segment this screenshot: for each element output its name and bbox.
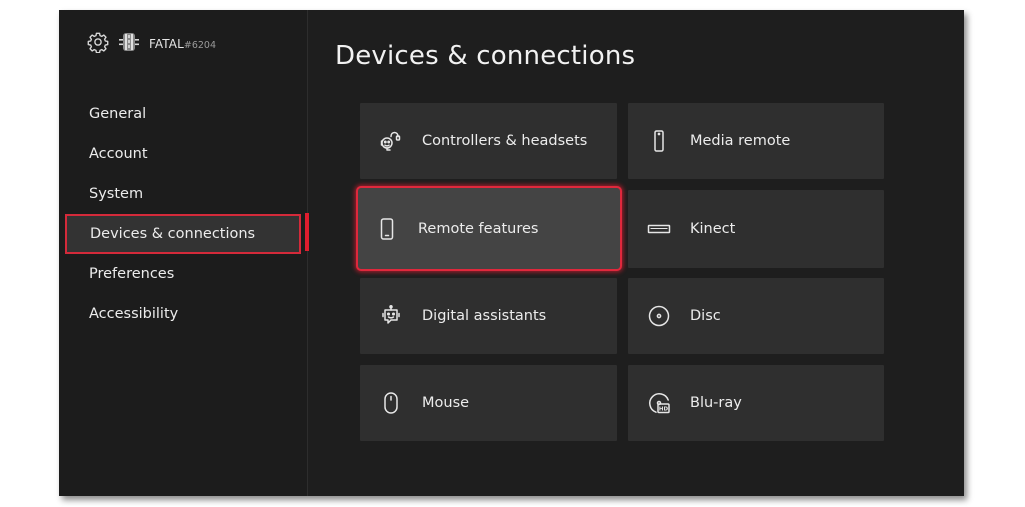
xbox-settings-window: FATAL#6204 General Account System Device…	[59, 10, 964, 496]
mouse-icon	[379, 391, 403, 415]
page-title: Devices & connections	[335, 41, 636, 72]
tile-label: Controllers & headsets	[422, 133, 588, 149]
sidebar-item-account[interactable]: Account	[59, 134, 307, 174]
gear-icon[interactable]	[87, 31, 109, 53]
sidebar-item-label: Preferences	[89, 266, 175, 282]
sidebar-item-label: General	[89, 106, 147, 122]
tile-bluray[interactable]: HD Blu-ray	[628, 365, 884, 441]
tile-label: Blu-ray	[690, 395, 742, 411]
sidebar-item-accessibility[interactable]: Accessibility	[59, 294, 307, 334]
gamertag: FATAL#6204	[149, 33, 216, 52]
disc-icon	[647, 304, 671, 328]
sidebar-item-preferences[interactable]: Preferences	[59, 254, 307, 294]
gamertag-suffix: #6204	[183, 39, 217, 51]
tile-label: Kinect	[690, 221, 736, 237]
kinect-icon	[647, 217, 671, 241]
tile-label: Digital assistants	[422, 308, 547, 324]
sidebar-item-label: System	[89, 186, 144, 202]
gamertag-name: FATAL	[149, 36, 184, 51]
sidebar-item-label: Account	[89, 146, 148, 162]
tile-digital-assistants[interactable]: Digital assistants	[360, 278, 617, 354]
profile-header: FATAL#6204	[87, 30, 216, 54]
tile-label: Mouse	[422, 395, 470, 411]
controller-headset-icon	[379, 129, 403, 153]
tile-media-remote[interactable]: Media remote	[628, 103, 884, 179]
sidebar-item-label: Devices & connections	[90, 226, 256, 242]
tile-disc[interactable]: Disc	[628, 278, 884, 354]
sidebar-item-general[interactable]: General	[59, 94, 307, 134]
media-remote-icon	[647, 129, 671, 153]
tile-label: Disc	[690, 308, 721, 324]
gamerpic-avatar[interactable]	[117, 30, 141, 54]
tile-mouse[interactable]: Mouse	[360, 365, 617, 441]
tile-controllers-headsets[interactable]: Controllers & headsets	[360, 103, 617, 179]
tile-kinect[interactable]: Kinect	[628, 190, 884, 268]
bluray-hd-icon: HD	[647, 391, 671, 415]
settings-nav: General Account System Devices & connect…	[59, 94, 307, 334]
active-section-indicator	[305, 213, 309, 251]
svg-text:HD: HD	[659, 407, 669, 413]
tile-label: Remote features	[418, 220, 539, 237]
sidebar-item-system[interactable]: System	[59, 174, 307, 214]
sidebar-item-label: Accessibility	[89, 306, 179, 322]
tile-remote-features[interactable]: Remote features	[356, 186, 622, 271]
settings-sidebar: FATAL#6204 General Account System Device…	[59, 10, 308, 496]
sidebar-item-devices-connections[interactable]: Devices & connections	[65, 214, 301, 254]
robot-assistant-icon	[379, 304, 403, 328]
phone-icon	[375, 217, 399, 241]
tile-label: Media remote	[690, 133, 791, 149]
